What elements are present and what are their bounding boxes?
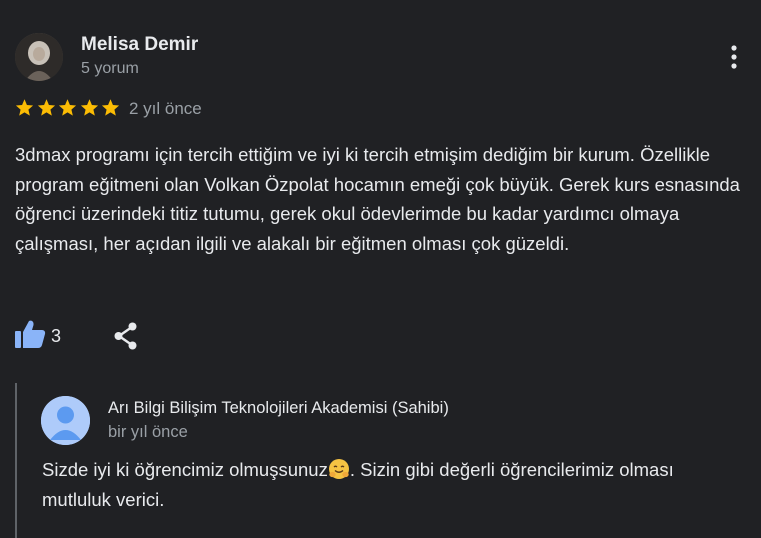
- owner-response-divider: [15, 383, 17, 538]
- share-button[interactable]: [112, 321, 140, 351]
- author-name[interactable]: Melisa Demir: [81, 34, 198, 56]
- hugging-face-icon: [328, 458, 350, 480]
- star-icon: [15, 99, 34, 116]
- like-button[interactable]: [14, 319, 48, 349]
- star-icon: [102, 99, 120, 116]
- star-icon: [37, 99, 55, 116]
- share-icon: [114, 322, 137, 350]
- owner-name: Arı Bilgi Bilişim Teknolojileri Akademis…: [108, 399, 449, 417]
- star-icon: [80, 99, 98, 116]
- owner-avatar: [41, 396, 90, 445]
- more-options-button[interactable]: [720, 38, 748, 76]
- owner-response-text: Sizde iyi ki öğrencimiz olmuşsunuz . Siz…: [42, 455, 742, 515]
- review-date: 2 yıl önce: [129, 99, 202, 118]
- star-rating: [14, 98, 122, 118]
- review-card: Melisa Demir 5 yorum 2 yıl önce 3dmax pr…: [0, 0, 761, 538]
- thumb-up-icon: [15, 320, 46, 348]
- author-avatar[interactable]: [15, 33, 63, 81]
- owner-response-text-part-1: Sizde iyi ki öğrencimiz olmuşsunuz: [42, 459, 328, 480]
- star-icon: [59, 99, 77, 116]
- like-count: 3: [51, 326, 62, 346]
- author-review-count: 5 yorum: [81, 60, 139, 77]
- review-text: 3dmax programı için tercih ettiğim ve iy…: [15, 144, 740, 254]
- more-vert-icon: [731, 45, 737, 69]
- default-avatar-icon: [41, 396, 90, 445]
- owner-response-date: bir yıl önce: [108, 423, 188, 441]
